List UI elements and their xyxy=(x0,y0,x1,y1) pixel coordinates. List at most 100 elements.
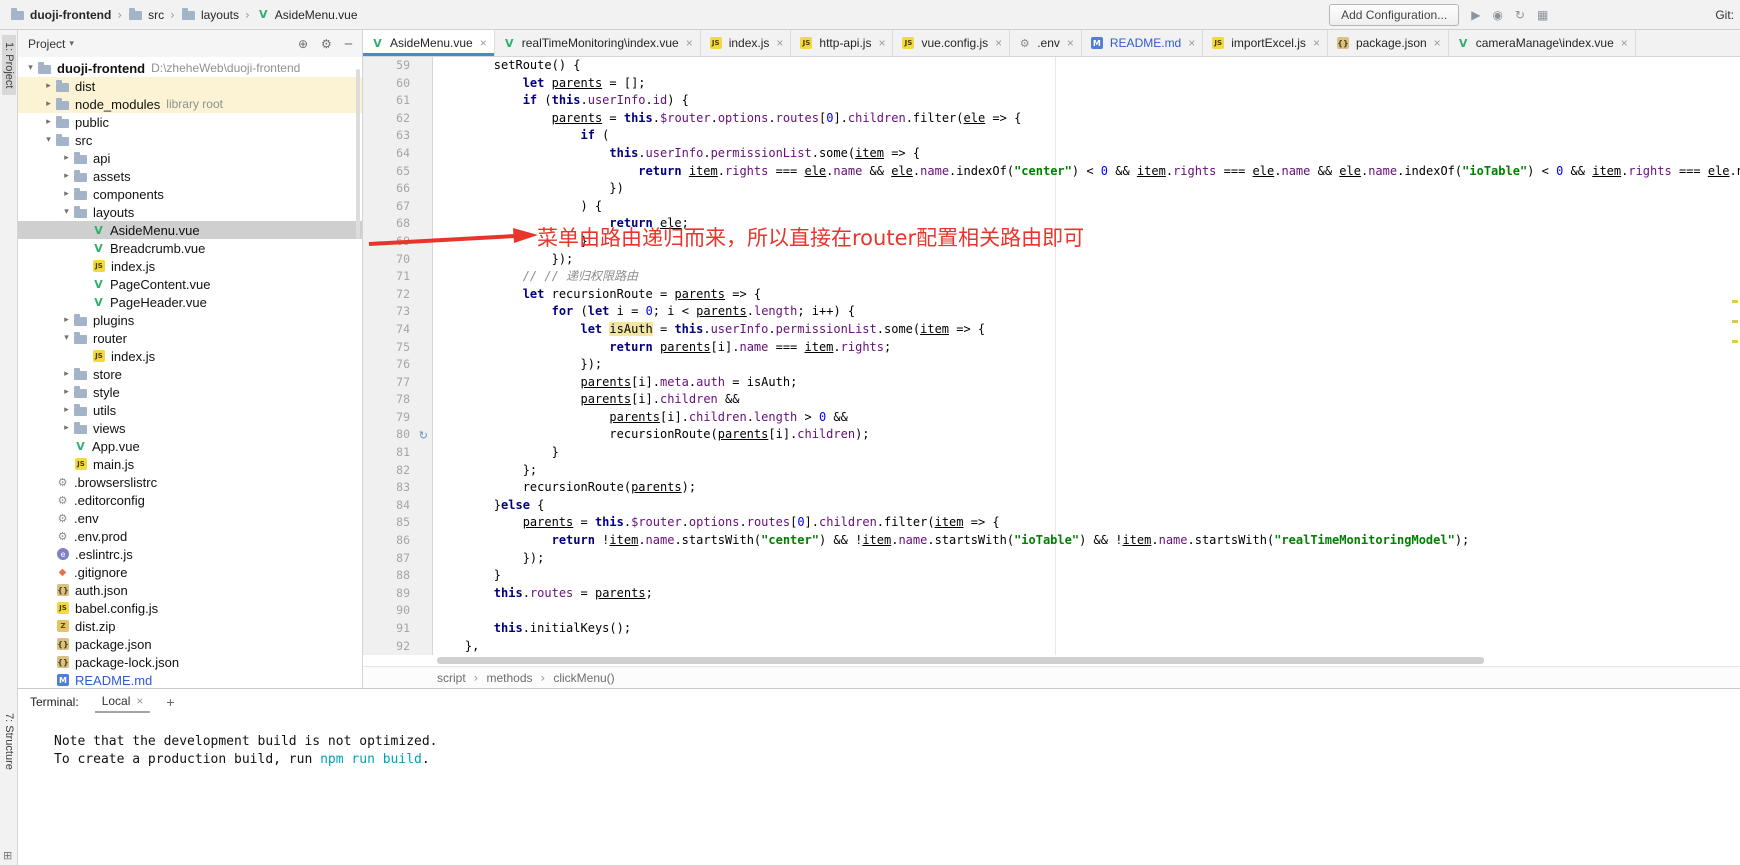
code-line[interactable]: 68return ele; xyxy=(363,215,1740,233)
code-line[interactable]: 86return !item.name.startsWith("center")… xyxy=(363,532,1740,550)
line-number[interactable]: 68 xyxy=(363,215,432,233)
tree-item[interactable]: ▾router xyxy=(18,329,362,347)
editor-tab[interactable]: JSimportExcel.js× xyxy=(1203,30,1328,56)
line-number[interactable]: 83 xyxy=(363,479,432,497)
code-line[interactable]: 67) { xyxy=(363,198,1740,216)
tree-item[interactable]: ▸public xyxy=(18,113,362,131)
code-line[interactable]: 79parents[i].children.length > 0 && xyxy=(363,409,1740,427)
line-number[interactable]: 76 xyxy=(363,356,432,374)
chevron-right-icon[interactable]: ▸ xyxy=(42,81,55,91)
code-line[interactable]: 70}); xyxy=(363,251,1740,269)
locate-icon[interactable]: ⊕ xyxy=(298,37,308,51)
close-tab-icon[interactable]: × xyxy=(480,36,487,50)
chevron-right-icon[interactable]: ▸ xyxy=(60,171,73,181)
editor-tab[interactable]: VrealTimeMonitoring\index.vue× xyxy=(495,30,701,56)
line-number[interactable]: 91 xyxy=(363,620,432,638)
tree-item[interactable]: ▸store xyxy=(18,365,362,383)
warning-stripe-mark-icon[interactable] xyxy=(1732,340,1738,343)
breadcrumb-item[interactable]: src xyxy=(148,8,164,22)
tree-item[interactable]: VBreadcrumb.vue xyxy=(18,239,362,257)
chevron-right-icon[interactable]: ▸ xyxy=(60,387,73,397)
tree-item[interactable]: ▸components xyxy=(18,185,362,203)
code-line[interactable]: 90 xyxy=(363,602,1740,620)
tree-item[interactable]: ⚙.env xyxy=(18,509,362,527)
line-number[interactable]: 88 xyxy=(363,567,432,585)
tree-item[interactable]: VPageContent.vue xyxy=(18,275,362,293)
line-number[interactable]: 86 xyxy=(363,532,432,550)
close-tab-icon[interactable]: × xyxy=(1434,36,1441,50)
code-line[interactable]: 80↻recursionRoute(parents[i].children); xyxy=(363,426,1740,444)
chevron-right-icon[interactable]: ▸ xyxy=(42,99,55,109)
tree-item[interactable]: VAsideMenu.vue xyxy=(18,221,362,239)
code-line[interactable]: 82}; xyxy=(363,462,1740,480)
tree-item[interactable]: ▸api xyxy=(18,149,362,167)
tree-item[interactable]: JSindex.js xyxy=(18,347,362,365)
line-number[interactable]: 87 xyxy=(363,550,432,568)
line-number[interactable]: 81 xyxy=(363,444,432,462)
code-line[interactable]: 61if (this.userInfo.id) { xyxy=(363,92,1740,110)
code-line[interactable]: 62parents = this.$router.options.routes[… xyxy=(363,110,1740,128)
hide-icon[interactable]: ─ xyxy=(345,37,352,51)
tree-item[interactable]: ▸node_moduleslibrary root xyxy=(18,95,362,113)
tree-item[interactable]: VApp.vue xyxy=(18,437,362,455)
chevron-right-icon[interactable]: ▸ xyxy=(42,117,55,127)
line-number[interactable]: 67 xyxy=(363,198,432,216)
tree-item[interactable]: {}auth.json xyxy=(18,581,362,599)
editor-tab[interactable]: JSindex.js× xyxy=(701,30,792,56)
editor-tab[interactable]: JSvue.config.js× xyxy=(893,30,1010,56)
tree-item[interactable]: Zdist.zip xyxy=(18,617,362,635)
terminal-tab-local[interactable]: Local × xyxy=(95,691,151,713)
stripe-tab-project[interactable]: 1: Project xyxy=(2,35,16,95)
code-line[interactable]: 69} xyxy=(363,233,1740,251)
line-number[interactable]: 84 xyxy=(363,497,432,515)
code-editor[interactable]: 59setRoute() {60let parents = [];61if (t… xyxy=(363,57,1740,655)
project-view-selector[interactable]: Project ▾ xyxy=(28,37,74,51)
editor-tab[interactable]: VAsideMenu.vue× xyxy=(363,30,495,56)
code-line[interactable]: 72let recursionRoute = parents => { xyxy=(363,286,1740,304)
chevron-right-icon[interactable]: ▸ xyxy=(60,189,73,199)
tool-windows-grid-icon[interactable]: ⊞ xyxy=(3,849,12,862)
scrollbar-thumb[interactable] xyxy=(437,657,1484,664)
code-line[interactable]: 77parents[i].meta.auth = isAuth; xyxy=(363,374,1740,392)
chevron-right-icon[interactable]: ▸ xyxy=(60,405,73,415)
tree-item[interactable]: e.eslintrc.js xyxy=(18,545,362,563)
close-tab-icon[interactable]: × xyxy=(878,36,885,50)
line-number[interactable]: 90 xyxy=(363,602,432,620)
tree-item[interactable]: VPageHeader.vue xyxy=(18,293,362,311)
git-branch-label[interactable]: Git: xyxy=(1715,8,1734,22)
tree-item[interactable]: ▸views xyxy=(18,419,362,437)
code-line[interactable]: 78parents[i].children && xyxy=(363,391,1740,409)
tree-item[interactable]: {}package.json xyxy=(18,635,362,653)
line-number[interactable]: 75 xyxy=(363,339,432,357)
code-line[interactable]: 59setRoute() { xyxy=(363,57,1740,75)
tree-item[interactable]: ▸style xyxy=(18,383,362,401)
code-line[interactable]: 85parents = this.$router.options.routes[… xyxy=(363,514,1740,532)
chevron-right-icon[interactable]: ▸ xyxy=(60,369,73,379)
windows-icon[interactable]: ▦ xyxy=(1537,8,1548,22)
code-line[interactable]: 65return item.rights === ele.name && ele… xyxy=(363,163,1740,181)
tree-item[interactable]: ⚙.env.prod xyxy=(18,527,362,545)
chevron-right-icon[interactable]: ▸ xyxy=(60,423,73,433)
code-line[interactable]: 92}, xyxy=(363,638,1740,655)
line-number[interactable]: 61 xyxy=(363,92,432,110)
settings-icon[interactable]: ⚙ xyxy=(321,37,332,51)
tree-scrollbar[interactable] xyxy=(356,69,360,239)
editor-tab[interactable]: VcameraManage\index.vue× xyxy=(1449,30,1636,56)
editor-tab[interactable]: {}package.json× xyxy=(1328,30,1449,56)
close-tab-icon[interactable]: × xyxy=(1313,36,1320,50)
close-tab-icon[interactable]: × xyxy=(776,36,783,50)
tree-item[interactable]: JSmain.js xyxy=(18,455,362,473)
line-number[interactable]: 64 xyxy=(363,145,432,163)
warning-stripe-mark-icon[interactable] xyxy=(1732,300,1738,303)
code-line[interactable]: 84}else { xyxy=(363,497,1740,515)
line-number[interactable]: 71 xyxy=(363,268,432,286)
line-number[interactable]: 60 xyxy=(363,75,432,93)
code-line[interactable]: 76}); xyxy=(363,356,1740,374)
tree-item[interactable]: ▾src xyxy=(18,131,362,149)
code-line[interactable]: 83recursionRoute(parents); xyxy=(363,479,1740,497)
chevron-right-icon[interactable]: ▸ xyxy=(60,315,73,325)
code-line[interactable]: 71// // 递归权限路由 xyxy=(363,268,1740,286)
breadcrumb-item[interactable]: methods xyxy=(486,671,532,685)
code-line[interactable]: 88} xyxy=(363,567,1740,585)
line-number[interactable]: 82 xyxy=(363,462,432,480)
